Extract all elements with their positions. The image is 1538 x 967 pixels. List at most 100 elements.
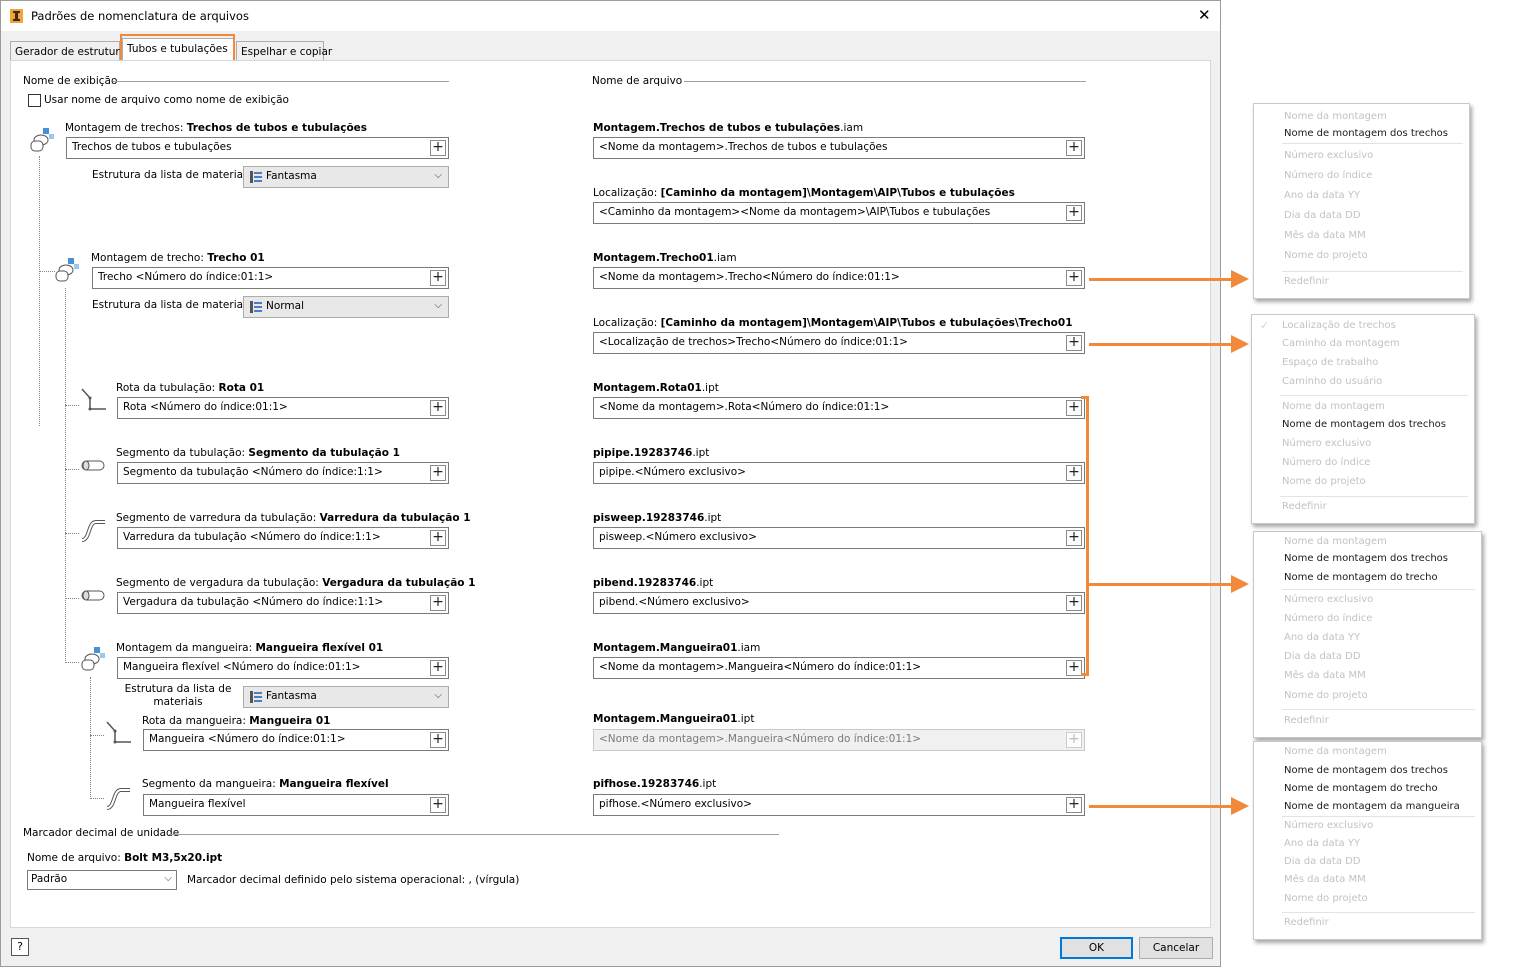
add-token-button[interactable]: + (1066, 530, 1082, 546)
add-token-button[interactable]: + (430, 400, 446, 416)
menu-item[interactable]: Número exclusivo (1284, 594, 1373, 605)
menu-item[interactable]: Número exclusivo (1284, 820, 1373, 831)
menu-item[interactable]: Número exclusivo (1284, 150, 1373, 161)
add-token-button[interactable]: + (430, 465, 446, 481)
menu-item[interactable]: Número do índice (1282, 457, 1370, 468)
file-name-field[interactable]: pisweep.<Número exclusivo> + (593, 527, 1085, 549)
menu-item[interactable]: Nome da montagem (1284, 746, 1387, 757)
location-label: Localização: [Caminho da montagem]\Monta… (593, 317, 1073, 329)
file-name-field[interactable]: pibend.<Número exclusivo> + (593, 592, 1085, 614)
add-token-button[interactable]: + (1066, 595, 1082, 611)
add-token-button[interactable]: + (1066, 335, 1082, 351)
decimal-select[interactable]: Padrão ⌵ (27, 870, 177, 890)
display-name-field[interactable]: Trechos de tubos e tubulações + (66, 137, 449, 159)
display-name-field[interactable]: Segmento da tubulação <Número do índice:… (117, 462, 449, 484)
menu-item[interactable]: Nome de montagem dos trechos (1284, 128, 1448, 139)
bom-select[interactable]: Normal ⌵ (243, 296, 449, 318)
row-label: Rota da mangueira: Mangueira 01 (142, 715, 331, 727)
menu-item[interactable]: Nome de montagem do trecho (1284, 783, 1438, 794)
menu-item[interactable]: Ano da data YY (1284, 190, 1360, 201)
add-token-button[interactable]: + (1066, 660, 1082, 676)
bom-select[interactable]: Fantasma ⌵ (243, 166, 449, 188)
menu-item[interactable]: Redefinir (1284, 917, 1329, 928)
menu-item[interactable]: Nome da montagem (1284, 111, 1387, 122)
menu-item[interactable]: Localização de trechos (1282, 320, 1396, 331)
menu-item[interactable]: Nome de montagem dos trechos (1282, 419, 1446, 430)
menu-item[interactable]: Ano da data YY (1284, 838, 1360, 849)
tab-structure-generator[interactable]: Gerador de estrutura (10, 41, 126, 60)
menu-item[interactable]: Nome do projeto (1284, 690, 1368, 701)
menu-item[interactable]: Nome do projeto (1284, 250, 1368, 261)
menu-item[interactable]: Número exclusivo (1282, 438, 1371, 449)
help-icon[interactable]: ? (11, 938, 29, 956)
add-token-button[interactable]: + (430, 797, 446, 813)
display-name-field[interactable]: Mangueira <Número do índice:01:1> + (143, 729, 449, 751)
display-name-field[interactable]: Mangueira flexível + (143, 794, 449, 816)
menu-item[interactable]: Mês da data MM (1284, 874, 1366, 885)
file-name-field[interactable]: <Nome da montagem>.Mangueira<Número do í… (593, 657, 1085, 679)
menu-separator (1282, 271, 1463, 272)
use-filename-checkbox[interactable] (28, 94, 41, 107)
add-token-button[interactable]: + (430, 732, 446, 748)
add-token-button[interactable]: + (1066, 797, 1082, 813)
add-token-button[interactable]: + (1066, 140, 1082, 156)
add-token-button[interactable]: + (430, 140, 446, 156)
menu-item[interactable]: Nome de montagem do trecho (1284, 572, 1438, 583)
menu-item[interactable]: Nome do projeto (1282, 476, 1366, 487)
route-icon (105, 718, 133, 749)
menu-item[interactable]: Nome de montagem da mangueira (1284, 801, 1460, 812)
file-name-field[interactable]: <Nome da montagem>.Trechos de tubos e tu… (593, 137, 1085, 159)
menu-item[interactable]: Caminho do usuário (1282, 376, 1382, 387)
menu-item[interactable]: Mês da data MM (1284, 670, 1366, 681)
add-token-button[interactable]: + (430, 530, 446, 546)
file-name-field[interactable]: <Nome da montagem>.Trecho<Número do índi… (593, 267, 1085, 289)
row-label: Segmento da mangueira: Mangueira flexíve… (142, 778, 389, 790)
menu-item[interactable]: Caminho da montagem (1282, 338, 1400, 349)
display-name-field[interactable]: Mangueira flexível <Número do índice:01:… (117, 657, 449, 679)
menu-item[interactable]: Nome de montagem dos trechos (1284, 553, 1448, 564)
tree-connector (90, 735, 104, 736)
tree-connector (39, 271, 55, 272)
menu-separator (1280, 496, 1468, 497)
menu-item[interactable]: Espaço de trabalho (1282, 357, 1378, 368)
menu-item[interactable]: Redefinir (1282, 501, 1327, 512)
location-field[interactable]: <Caminho da montagem><Nome da montagem>\… (593, 202, 1085, 224)
menu-item[interactable]: Redefinir (1284, 276, 1329, 287)
menu-item[interactable]: Nome do projeto (1284, 893, 1368, 904)
add-token-button[interactable]: + (1066, 400, 1082, 416)
add-token-button[interactable]: + (430, 660, 446, 676)
close-icon[interactable]: ✕ (1198, 6, 1211, 24)
stage: Padrões de nomenclatura de arquivos ✕ Ge… (0, 0, 1538, 967)
file-name-field[interactable]: pipipe.<Número exclusivo> + (593, 462, 1085, 484)
display-name-field[interactable]: Trecho <Número do índice:01:1> + (92, 267, 449, 289)
menu-item[interactable]: Dia da data DD (1284, 210, 1361, 221)
display-name-field[interactable]: Varredura da tubulação <Número do índice… (117, 527, 449, 549)
menu-item[interactable]: Ano da data YY (1284, 632, 1360, 643)
add-token-button[interactable]: + (1066, 205, 1082, 221)
add-token-button[interactable]: + (1066, 270, 1082, 286)
menu-item[interactable]: Nome da montagem (1282, 401, 1385, 412)
file-name-field[interactable]: pifhose.<Número exclusivo> + (593, 794, 1085, 816)
add-token-button[interactable]: + (430, 595, 446, 611)
menu-item[interactable]: Dia da data DD (1284, 651, 1361, 662)
file-name-field[interactable]: <Nome da montagem>.Rota<Número do índice… (593, 397, 1085, 419)
menu-item[interactable]: Redefinir (1284, 715, 1329, 726)
cancel-button[interactable]: Cancelar (1139, 937, 1213, 959)
menu-item[interactable]: Nome de montagem dos trechos (1284, 765, 1448, 776)
callout-arrow-shaft (1089, 278, 1235, 281)
location-field[interactable]: <Localização de trechos>Trecho<Número do… (593, 332, 1085, 354)
menu-item[interactable]: Mês da data MM (1284, 230, 1366, 241)
menu-item[interactable]: Nome da montagem (1284, 536, 1387, 547)
menu-item[interactable]: Número do índice (1284, 170, 1372, 181)
add-token-button[interactable]: + (430, 270, 446, 286)
token-menu: Localização de trechos Caminho da montage… (1251, 314, 1475, 524)
display-name-field[interactable]: Rota <Número do índice:01:1> + (117, 397, 449, 419)
add-token-button[interactable]: + (1066, 465, 1082, 481)
display-name-field[interactable]: Vergadura da tubulação <Número do índice… (117, 592, 449, 614)
bom-select[interactable]: Fantasma ⌵ (243, 686, 449, 708)
menu-item[interactable]: Número do índice (1284, 613, 1372, 624)
menu-item[interactable]: Dia da data DD (1284, 856, 1361, 867)
ok-button[interactable]: OK (1060, 937, 1133, 959)
tab-mirror-copy[interactable]: Espelhar e copiar (236, 41, 332, 60)
assembly-icon (80, 646, 108, 677)
